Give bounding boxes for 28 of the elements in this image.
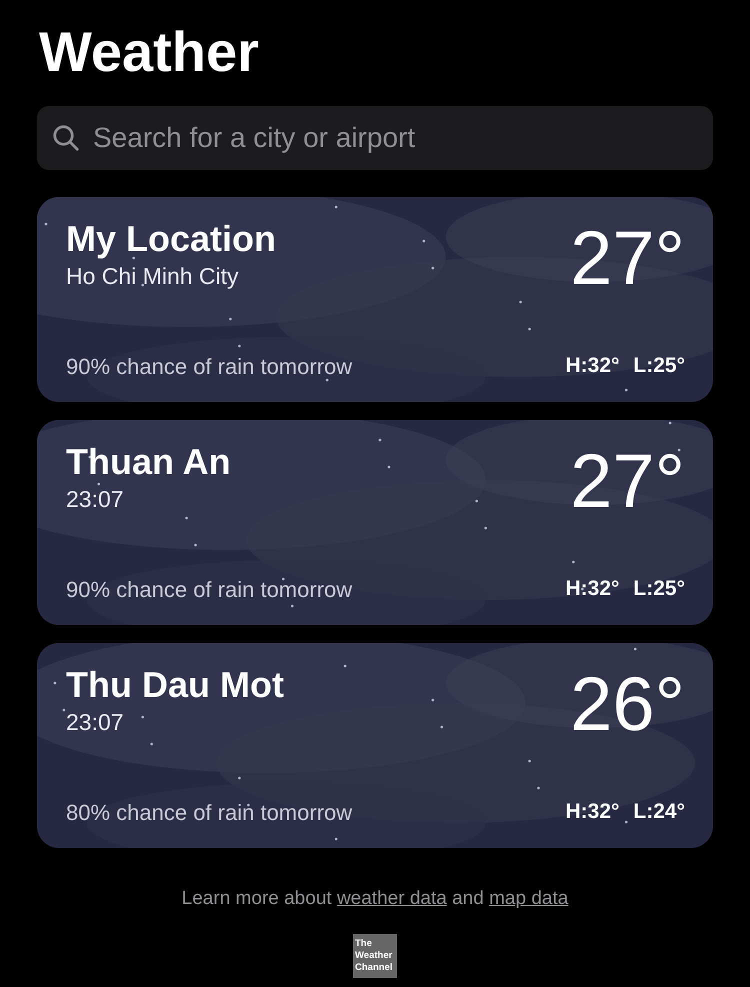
weather-data-link[interactable]: weather data [336,888,447,909]
location-card[interactable]: Thu Dau Mot 23:07 26° 80% chance of rain tomorrow H:32° L:24° [37,643,713,848]
rain-summary: 90% chance of rain tomorrow [66,354,352,380]
rain-summary: 80% chance of rain tomorrow [66,800,352,826]
temperature: 26° [570,665,685,745]
high-temperature: H:32° [566,354,620,378]
high-temperature: H:32° [566,577,620,601]
temperature: 27° [570,219,685,299]
map-data-link[interactable]: map data [489,888,568,909]
location-subtitle: 23:07 [66,708,125,737]
low-temperature: L:25° [633,577,685,601]
search-field[interactable]: Search for a city or airport [37,106,713,170]
location-card[interactable]: Thuan An 23:07 27° 90% chance of rain tomorrow H:32° L:25° [37,420,713,625]
footer-note: Learn more about weather data and map data [180,888,570,910]
low-temperature: L:25° [633,354,685,378]
location-card[interactable]: My Location Ho Chi Minh City 27° 90% chance of rain tomorrow H:32° L:25° [37,197,713,402]
logo: The Weather Channel [353,934,397,978]
location-name: Thuan An [66,440,231,484]
low-temperature: L:24° [633,800,685,824]
page-title: Weather [39,19,260,85]
temperature: 27° [570,442,685,522]
high-temperature: H:32° [566,800,620,824]
search-icon [51,123,81,153]
location-name: My Location [66,217,276,261]
location-subtitle: Ho Chi Minh City [66,262,240,291]
location-subtitle: 23:07 [66,485,125,514]
rain-summary: 90% chance of rain tomorrow [66,577,352,603]
location-name: Thu Dau Mot [66,663,284,707]
